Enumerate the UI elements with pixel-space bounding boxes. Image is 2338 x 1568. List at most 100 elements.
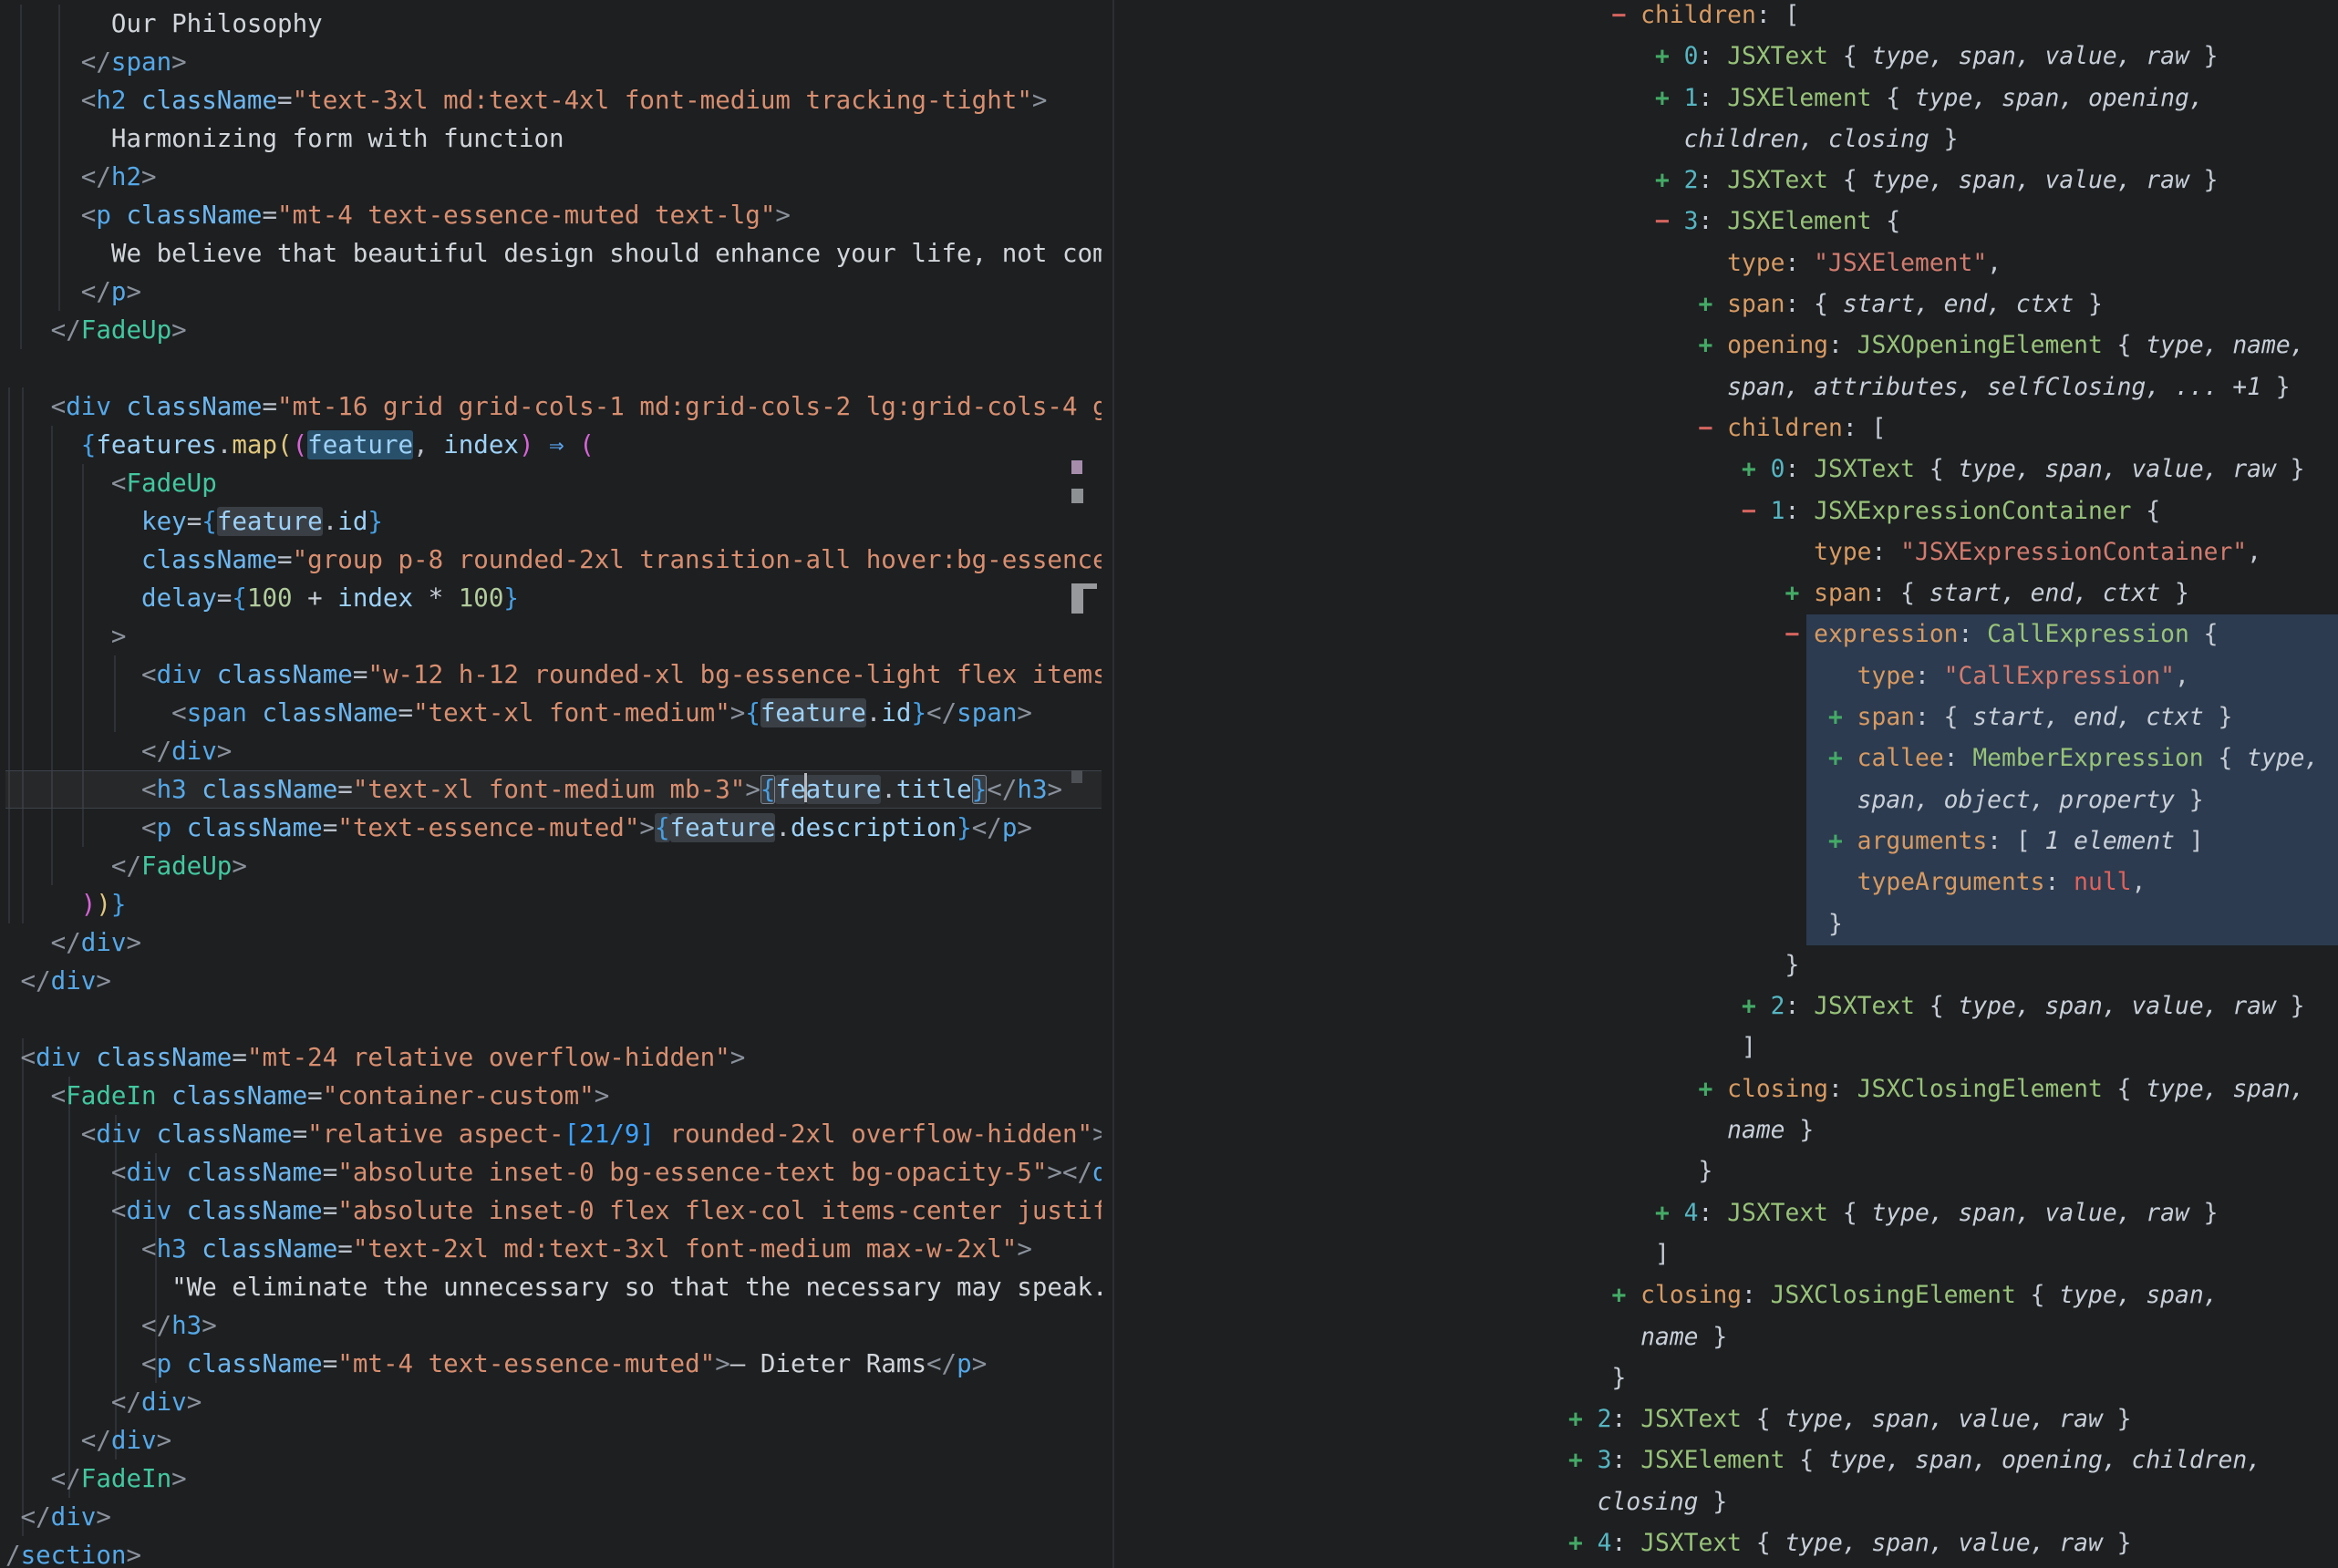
code-line[interactable]: We believe that beautiful design should … [5, 234, 1102, 273]
ast-node-line[interactable]: + 2: JSXText { type, span, value, raw } [1568, 986, 2338, 1027]
expand-toggle-icon[interactable]: + [1568, 1406, 1598, 1433]
ast-node-line[interactable]: − children: [ [1568, 0, 2338, 36]
ast-node-line[interactable]: + arguments: [ 1 element ] [1568, 821, 2338, 862]
expand-toggle-icon[interactable]: + [1699, 291, 1728, 318]
code-line[interactable]: <div className="mt-24 relative overflow-… [5, 1038, 1102, 1077]
ast-node-line[interactable]: ] [1568, 1027, 2338, 1068]
code-line[interactable]: </FadeIn> [5, 1460, 1102, 1498]
code-line[interactable]: <h3 className="text-xl font-medium mb-3"… [5, 770, 1102, 809]
expand-toggle-icon[interactable]: + [1699, 1076, 1728, 1103]
code-line[interactable]: className="group p-8 rounded-2xl transit… [5, 541, 1102, 579]
code-line[interactable]: </div> [5, 1421, 1102, 1460]
code-line[interactable]: <span className="text-xl font-medium">{f… [5, 694, 1102, 732]
code-line[interactable]: </p> [5, 273, 1102, 311]
ast-node-line[interactable]: closing } [1568, 1482, 2338, 1523]
code-line[interactable]: </div> [5, 732, 1102, 770]
code-line[interactable]: <div className="absolute inset-0 bg-esse… [5, 1153, 1102, 1191]
ast-node-line[interactable]: type: "CallExpression", [1568, 656, 2338, 697]
ast-node-line[interactable]: − children: [ [1568, 408, 2338, 449]
code-line[interactable]: key={feature.id} [5, 502, 1102, 541]
expand-toggle-icon[interactable]: + [1568, 1447, 1598, 1474]
ast-node-line[interactable]: ] [1568, 1234, 2338, 1275]
expand-toggle-icon[interactable]: + [1612, 1282, 1641, 1309]
code-line[interactable]: > [5, 617, 1102, 655]
pane-divider[interactable] [1112, 0, 1114, 1568]
ast-explorer-pane[interactable]: − children: [ + 0: JSXText { type, span,… [1568, 0, 2338, 1564]
expand-toggle-icon[interactable]: + [1568, 1530, 1598, 1557]
ast-node-line[interactable]: span, object, property } [1568, 780, 2338, 821]
code-line[interactable]: Our Philosophy [5, 5, 1102, 43]
expand-toggle-icon[interactable]: + [1655, 85, 1684, 112]
code-line[interactable]: {features.map((fe­ature, index) ⇒ ( [5, 426, 1102, 464]
ast-node-line[interactable]: + 2: JSXText { type, span, value, raw } [1568, 160, 2338, 201]
ast-node-line[interactable]: + opening: JSXOpeningElement { type, nam… [1568, 325, 2338, 366]
ast-node-line[interactable]: + 0: JSXText { type, span, value, raw } [1568, 36, 2338, 77]
ast-node-line[interactable]: name } [1568, 1317, 2338, 1358]
expand-toggle-icon[interactable]: + [1785, 580, 1814, 607]
code-line[interactable]: </FadeUp> [5, 847, 1102, 885]
code-line[interactable]: ))} [5, 885, 1102, 923]
expand-toggle-icon[interactable]: + [1655, 1200, 1684, 1227]
expand-toggle-icon[interactable]: + [1655, 43, 1684, 70]
ast-node-line[interactable]: } [1568, 945, 2338, 986]
ast-node-line[interactable]: + 4: JSXText { type, span, value, raw } [1568, 1193, 2338, 1234]
ast-node-line[interactable]: + 3: JSXElement { type, span, opening, c… [1568, 1440, 2338, 1481]
code-line[interactable]: </FadeUp> [5, 311, 1102, 349]
code-lines[interactable]: Our Philosophy </span> <h2 className="te… [5, 5, 1102, 1568]
code-line[interactable]: <div className="relative aspect-[21/9] r… [5, 1115, 1102, 1153]
expand-toggle-icon[interactable]: + [1828, 745, 1857, 772]
collapse-toggle-icon[interactable]: − [1785, 621, 1814, 648]
code-line[interactable]: </h2> [5, 158, 1102, 196]
expand-toggle-icon[interactable]: + [1742, 993, 1771, 1020]
ast-node-line[interactable]: − 3: JSXElement { [1568, 201, 2338, 242]
ast-node-line[interactable]: } [1568, 1358, 2338, 1399]
code-line[interactable]: </span> [5, 43, 1102, 81]
ast-node-line[interactable]: span, attributes, selfClosing, ... +1 } [1568, 367, 2338, 408]
code-line[interactable]: <div className="absolute inset-0 flex fl… [5, 1191, 1102, 1230]
code-line[interactable]: <div className="mt-16 grid grid-cols-1 m… [5, 387, 1102, 426]
code-line[interactable]: </div> [5, 923, 1102, 962]
code-line[interactable]: </div> [5, 962, 1102, 1000]
ast-node-line[interactable]: − expression: CallExpression { [1568, 614, 2338, 655]
code-line[interactable]: <h3 className="text-2xl md:text-3xl font… [5, 1230, 1102, 1268]
code-line[interactable]: <p className="mt-4 text-essence-muted te… [5, 196, 1102, 234]
code-line[interactable] [5, 1000, 1102, 1038]
ast-node-line[interactable]: + closing: JSXClosingElement { type, spa… [1568, 1069, 2338, 1110]
ast-node-line[interactable]: type: "JSXElement", [1568, 243, 2338, 284]
ast-node-line[interactable]: children, closing } [1568, 119, 2338, 160]
collapse-toggle-icon[interactable]: − [1655, 208, 1684, 235]
ast-node-line[interactable]: type: "JSXExpressionContainer", [1568, 532, 2338, 573]
collapse-toggle-icon[interactable]: − [1612, 2, 1641, 29]
code-line[interactable]: <FadeUp [5, 464, 1102, 502]
collapse-toggle-icon[interactable]: − [1742, 498, 1771, 525]
ast-node-line[interactable]: + callee: MemberExpression { type, [1568, 738, 2338, 779]
expand-toggle-icon[interactable]: + [1828, 704, 1857, 731]
ast-node-line[interactable]: + 2: JSXText { type, span, value, raw } [1568, 1399, 2338, 1440]
code-line[interactable]: /section> [5, 1536, 1102, 1568]
expand-toggle-icon[interactable]: + [1699, 332, 1728, 359]
code-line[interactable] [5, 349, 1102, 387]
code-line[interactable]: delay={100 + index * 100} [5, 579, 1102, 617]
expand-toggle-icon[interactable]: + [1742, 456, 1771, 483]
code-line[interactable]: <h2 className="text-3xl md:text-4xl font… [5, 81, 1102, 119]
ast-node-line[interactable]: − 1: JSXExpressionContainer { [1568, 491, 2338, 532]
ast-node-line[interactable]: + closing: JSXClosingElement { type, spa… [1568, 1275, 2338, 1316]
code-line[interactable]: </div> [5, 1498, 1102, 1536]
ast-node-line[interactable]: + span: { start, end, ctxt } [1568, 573, 2338, 614]
ast-node-line[interactable]: + span: { start, end, ctxt } [1568, 697, 2338, 738]
ast-node-line[interactable]: } [1568, 1151, 2338, 1192]
ast-node-line[interactable]: typeArguments: null, [1568, 862, 2338, 903]
code-line[interactable]: <div className="w-12 h-12 rounded-xl bg-… [5, 655, 1102, 694]
ast-node-line[interactable]: + 1: JSXElement { type, span, opening, [1568, 78, 2338, 119]
code-line[interactable]: </h3> [5, 1306, 1102, 1345]
ast-node-line[interactable]: + 4: JSXText { type, span, value, raw } [1568, 1523, 2338, 1564]
expand-toggle-icon[interactable]: + [1828, 828, 1857, 855]
code-line[interactable]: <p className="mt-4 text-essence-muted">—… [5, 1345, 1102, 1383]
code-line[interactable]: <p className="text-essence-muted">{featu… [5, 809, 1102, 847]
code-line[interactable]: Harmonizing form with function [5, 119, 1102, 158]
code-line[interactable]: </div> [5, 1383, 1102, 1421]
ast-node-line[interactable]: + 0: JSXText { type, span, value, raw } [1568, 449, 2338, 490]
ast-node-line[interactable]: + span: { start, end, ctxt } [1568, 284, 2338, 325]
code-line[interactable]: <FadeIn className="container-custom"> [5, 1077, 1102, 1115]
expand-toggle-icon[interactable]: + [1655, 167, 1684, 194]
